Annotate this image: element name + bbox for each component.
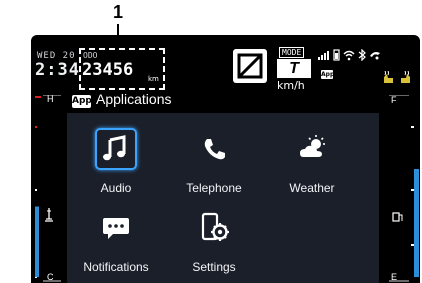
weather-icon — [300, 135, 325, 157]
odometer-value: 23456 — [82, 60, 134, 80]
signal-strength-icon — [318, 51, 329, 60]
fuel-full-label: F — [391, 95, 397, 105]
temp-low-label: C — [47, 272, 54, 282]
fuel-gauge: F E — [387, 94, 420, 283]
app-tile-audio[interactable]: Audio — [81, 127, 151, 207]
temperature-level-bar — [35, 206, 39, 277]
seat-heater-icon — [384, 71, 410, 83]
status-icons — [318, 49, 380, 61]
app-label-weather: Weather — [289, 181, 335, 195]
steering-assist-icon — [370, 52, 380, 60]
odometer-unit: km — [148, 75, 159, 83]
bluetooth-icon — [358, 49, 366, 61]
app-tile-settings[interactable]: Settings — [179, 206, 249, 283]
wifi-icon — [343, 50, 355, 61]
page-title: Applications — [96, 91, 172, 107]
music-note-icon — [103, 135, 126, 161]
app-tile-notifications[interactable]: Notifications — [81, 206, 151, 283]
temp-high-label: H — [47, 95, 54, 104]
app-label-notifications: Notifications — [83, 260, 149, 274]
drive-mode-indicator: T — [277, 59, 311, 78]
fuel-empty-label: E — [391, 272, 397, 282]
temperature-gauge: H C — [31, 94, 63, 283]
app-connected-icon: App — [321, 70, 335, 79]
applications-app-icon: App — [72, 95, 92, 108]
notification-bubble-icon — [103, 218, 129, 239]
phone-icon — [204, 139, 225, 160]
clock-display: 2:34 — [35, 60, 80, 80]
callout-number: 1 — [112, 2, 123, 22]
drive-mode-label: MODE — [279, 47, 305, 58]
app-tile-weather[interactable]: Weather — [277, 127, 347, 207]
app-label-settings: Settings — [192, 260, 236, 274]
app-label-telephone: Telephone — [186, 181, 242, 195]
fuel-level-bar — [414, 169, 419, 277]
coolant-temp-icon — [45, 208, 53, 222]
settings-gear-icon — [201, 212, 229, 241]
odometer-label: ODO — [83, 51, 98, 60]
phone-battery-icon — [333, 49, 340, 61]
app-label-audio: Audio — [100, 181, 132, 195]
head-unit-screen: WED 20 2:34 ODO 23456 km MODE T km/h App… — [31, 35, 420, 283]
fuel-pump-icon — [392, 212, 403, 222]
speed-limit-cancel-icon — [233, 49, 267, 83]
speed-unit: km/h — [277, 79, 305, 92]
app-tile-telephone[interactable]: Telephone — [179, 127, 249, 207]
app-icon-frame — [95, 128, 137, 170]
